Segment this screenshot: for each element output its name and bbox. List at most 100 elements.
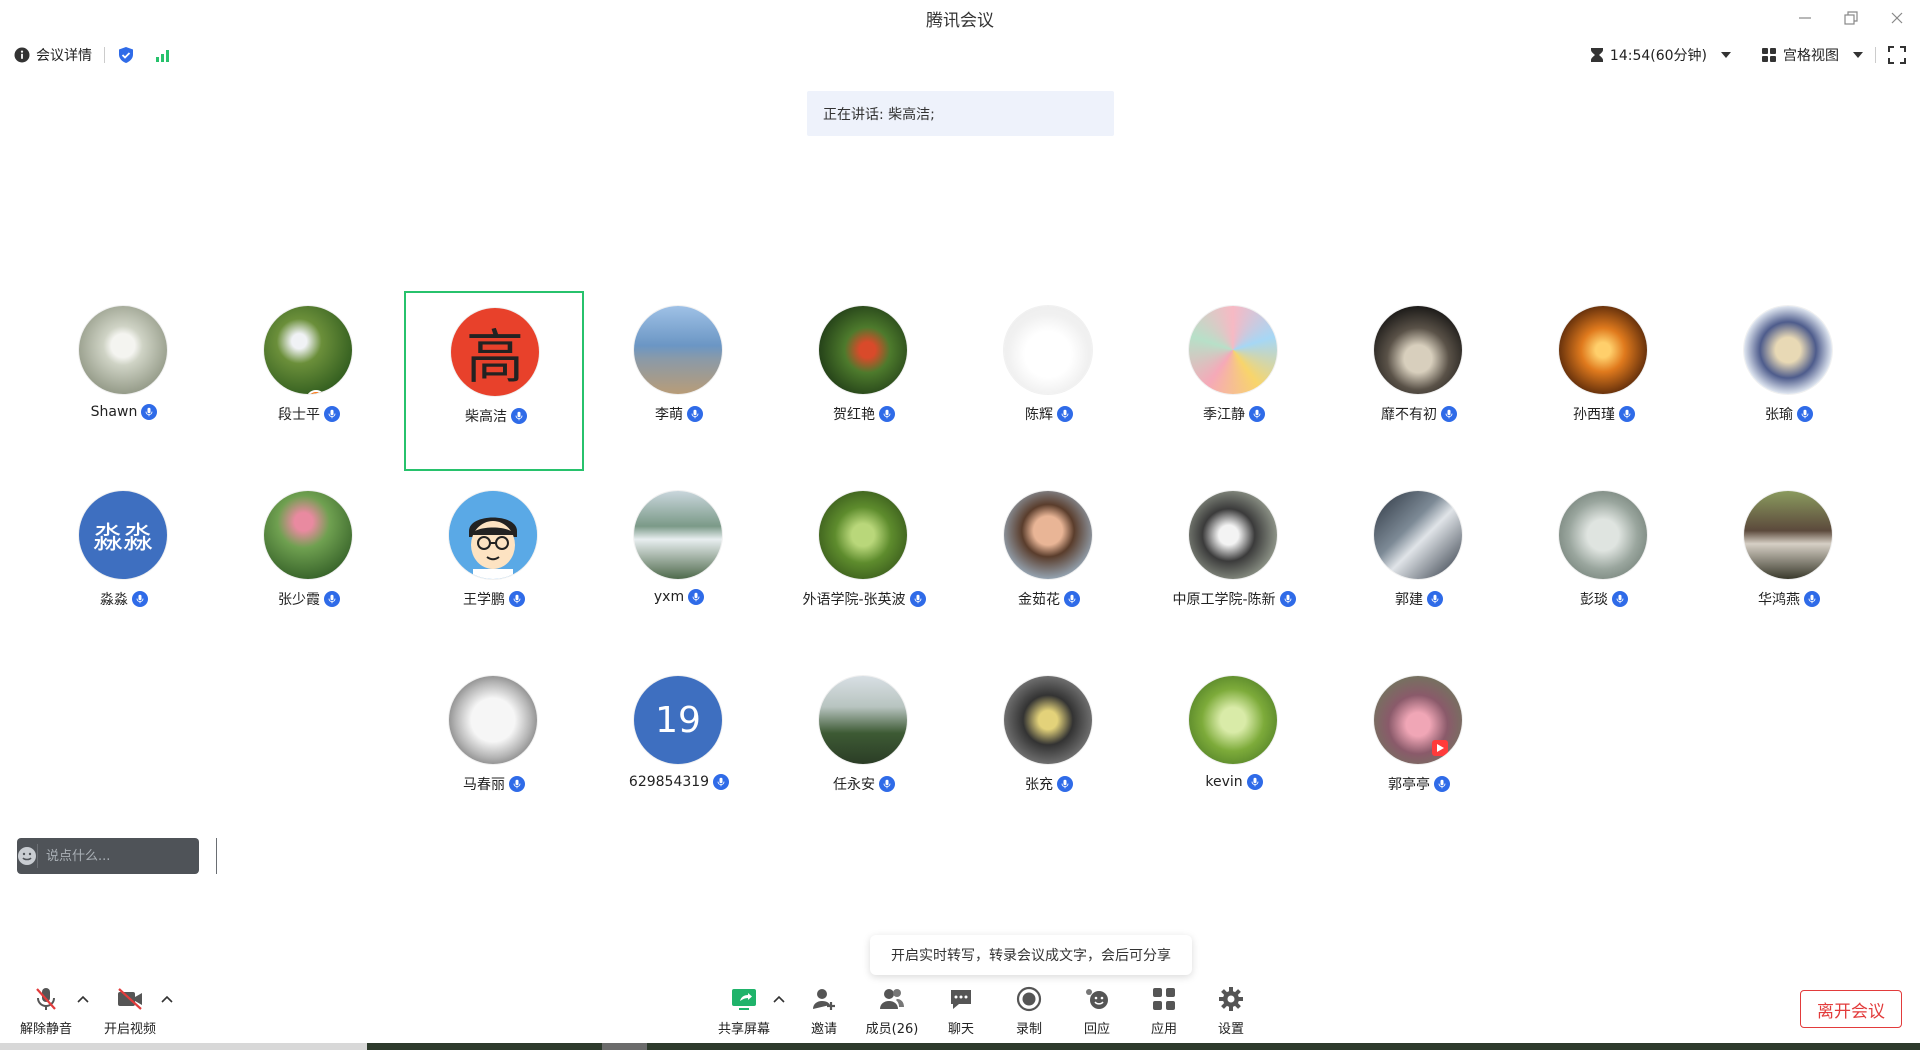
participant-tile[interactable]: 靡不有初: [1329, 291, 1509, 471]
participant-tile[interactable]: 陈辉: [959, 291, 1139, 471]
participant-name: 贺红艳: [833, 407, 875, 423]
meeting-details-label: 会议详情: [36, 48, 92, 64]
share-screen-button[interactable]: 共享屏幕: [712, 978, 776, 1038]
participant-name-row: 李萌: [589, 404, 769, 424]
mic-status-icon: [688, 589, 705, 605]
hourglass-icon: [1590, 48, 1603, 62]
shield-icon: [119, 47, 133, 63]
mic-status-icon: [1057, 406, 1073, 422]
participant-name-row: 金茹花: [959, 589, 1139, 609]
unmute-button[interactable]: 解除静音: [14, 978, 78, 1038]
info-bar: 会议详情 14:54(60分钟) 宫格视图: [0, 38, 1920, 72]
avatar: [264, 306, 352, 394]
avatar: [819, 491, 907, 579]
participant-tile[interactable]: yxm: [589, 476, 769, 656]
chat-button[interactable]: 聊天: [929, 978, 993, 1038]
participant-tile[interactable]: 孙西瑾: [1514, 291, 1694, 471]
participant-tile[interactable]: 季江静: [1144, 291, 1324, 471]
divider: [104, 47, 105, 63]
participant-tile[interactable]: 王学鹏: [404, 476, 584, 656]
taskbar-strip: [0, 1043, 1920, 1050]
mic-status-icon: [1804, 591, 1820, 607]
participant-tile[interactable]: 郭亭亭: [1329, 661, 1509, 841]
security-button[interactable]: [117, 46, 135, 64]
participant-name-row: 段士平: [219, 404, 399, 424]
collapse-chat-button[interactable]: [216, 838, 227, 874]
settings-label: 设置: [1217, 1022, 1244, 1037]
participant-tile[interactable]: 19 629854319: [589, 661, 769, 841]
participant-tile[interactable]: 高柴高洁: [404, 291, 584, 471]
restore-icon: [1844, 11, 1858, 25]
network-signal-button[interactable]: [155, 47, 173, 63]
fullscreen-button[interactable]: [1888, 46, 1906, 64]
participant-name-row: 王学鹏: [404, 589, 584, 609]
reactions-button[interactable]: 回应: [1065, 978, 1129, 1038]
participant-tile[interactable]: 李萌: [589, 291, 769, 471]
participant-name-row: 郭建: [1329, 589, 1509, 609]
participant-name: 柴高洁: [465, 409, 507, 425]
participant-tile[interactable]: Shawn: [34, 291, 214, 471]
emoji-button[interactable]: [17, 838, 37, 874]
fullscreen-icon: [1888, 46, 1906, 64]
share-options-caret[interactable]: [772, 992, 786, 1006]
participant-name-row: 任永安: [774, 774, 954, 794]
start-video-button[interactable]: 开启视频: [98, 978, 162, 1038]
chevron-up-icon: [161, 995, 173, 1003]
title-bar: 腾讯会议: [0, 0, 1920, 36]
participant-tile[interactable]: 贺红艳: [774, 291, 954, 471]
settings-button[interactable]: 设置: [1199, 978, 1263, 1038]
mic-status-icon: [713, 774, 730, 790]
avatar: [1189, 676, 1277, 764]
participant-tile[interactable]: 马春丽: [404, 661, 584, 841]
participant-name-row: 张瑜: [1699, 404, 1879, 424]
participant-tile[interactable]: 郭建: [1329, 476, 1509, 656]
timer-text: 14:54(60分钟): [1609, 48, 1707, 64]
participant-tile[interactable]: 张少霞: [219, 476, 399, 656]
participant-name-row: 中原工学院-陈新: [1144, 589, 1324, 609]
window-controls: [1792, 0, 1910, 36]
cartoon-face-icon: [449, 491, 537, 579]
record-button[interactable]: 录制: [997, 978, 1061, 1038]
mic-status-icon: [879, 406, 895, 422]
apps-button[interactable]: 应用: [1132, 978, 1196, 1038]
leave-meeting-button[interactable]: 离开会议: [1800, 990, 1902, 1028]
participant-name: 张少霞: [278, 592, 320, 608]
mic-status-icon: [1619, 406, 1635, 422]
participant-name-row: Shawn: [34, 404, 214, 420]
participant-tile[interactable]: 张瑜: [1699, 291, 1879, 471]
chevron-down-icon: [1853, 52, 1863, 58]
members-button[interactable]: 成员(26): [860, 978, 924, 1038]
participant-tile[interactable]: 彭琰: [1514, 476, 1694, 656]
transcription-tooltip: 开启实时转写，转录会议成文字，会后可分享: [870, 935, 1192, 975]
participant-tile[interactable]: 淼淼 淼淼: [34, 476, 214, 656]
audio-options-caret[interactable]: [76, 992, 90, 1006]
participant-name-row: 季江静: [1144, 404, 1324, 424]
grid-view-icon: [1762, 48, 1776, 62]
restore-button[interactable]: [1838, 5, 1864, 31]
view-mode-dropdown[interactable]: 宫格视图: [1761, 45, 1863, 65]
participant-tile[interactable]: 外语学院-张英波: [774, 476, 954, 656]
participant-name-row: 柴高洁: [406, 406, 586, 426]
timer-dropdown[interactable]: 14:54(60分钟): [1590, 45, 1731, 65]
participant-tile[interactable]: 华鸿燕: [1699, 476, 1879, 656]
minimize-button[interactable]: [1792, 5, 1818, 31]
participant-tile[interactable]: 中原工学院-陈新: [1144, 476, 1324, 656]
participant-tile[interactable]: 段士平: [219, 291, 399, 471]
chat-input[interactable]: [37, 844, 216, 868]
participant-tile[interactable]: 张充: [959, 661, 1139, 841]
avatar: [634, 306, 722, 394]
participant-tile[interactable]: 金茹花: [959, 476, 1139, 656]
avatar: [264, 491, 352, 579]
participant-name: 王学鹏: [463, 592, 505, 608]
participant-tile[interactable]: 任永安: [774, 661, 954, 841]
invite-button[interactable]: 邀请: [792, 978, 856, 1038]
meeting-details-button[interactable]: 会议详情: [14, 45, 92, 65]
participant-name: 任永安: [833, 777, 875, 793]
leave-meeting-label: 离开会议: [1817, 1001, 1885, 1022]
record-label: 录制: [1015, 1022, 1042, 1037]
avatar: [1374, 676, 1462, 764]
close-button[interactable]: [1884, 5, 1910, 31]
video-options-caret[interactable]: [160, 992, 174, 1006]
participant-tile[interactable]: kevin: [1144, 661, 1324, 841]
mic-status-icon: [1246, 774, 1263, 790]
